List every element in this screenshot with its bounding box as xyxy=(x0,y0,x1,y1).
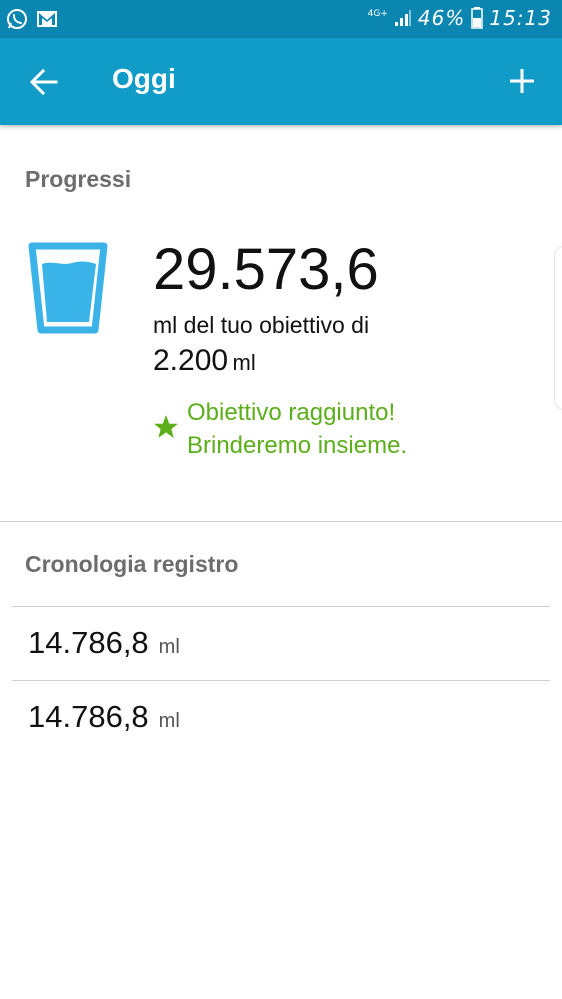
log-entry[interactable]: 14.786,8 ml xyxy=(28,625,180,661)
star-icon xyxy=(154,415,178,438)
goal-achieved-line2: Brinderemo insieme. xyxy=(187,432,408,459)
row-divider xyxy=(12,606,550,607)
app-bar: Oggi xyxy=(0,38,562,125)
clock: 15:13 xyxy=(489,6,552,30)
goal-achieved-message: Obiettivo raggiunto! Brinderemo insieme. xyxy=(187,396,407,462)
log-entry[interactable]: 14.786,8 ml xyxy=(28,699,180,735)
signal-icon xyxy=(394,10,411,26)
section-divider xyxy=(0,521,562,522)
goal-description: ml del tuo obiettivo di xyxy=(153,312,370,338)
progress-section-title: Progressi xyxy=(25,166,132,192)
log-section-title: Cronologia registro xyxy=(25,551,239,577)
goal-achieved-line1: Obiettivo raggiunto! xyxy=(187,399,396,426)
goal-amount-value: 2.200 xyxy=(153,344,229,377)
status-bar: 4G+ 46% 15:13 xyxy=(0,0,562,38)
total-intake-value: 29.573,6 xyxy=(153,237,379,302)
log-entry-unit: ml xyxy=(158,636,180,658)
back-arrow-icon[interactable] xyxy=(28,66,60,98)
row-divider xyxy=(12,680,550,681)
network-type: 4G+ xyxy=(367,8,388,19)
goal-amount-unit: ml xyxy=(232,350,256,375)
side-swipe-handle[interactable] xyxy=(554,246,562,410)
notification-icons xyxy=(6,8,58,30)
log-entry-unit: ml xyxy=(158,710,180,732)
add-icon[interactable] xyxy=(506,65,538,97)
water-glass-icon xyxy=(28,242,108,334)
gmail-icon xyxy=(37,11,57,27)
log-entry-value: 14.786,8 xyxy=(28,625,149,660)
battery-icon xyxy=(471,7,484,29)
log-entry-value: 14.786,8 xyxy=(28,699,149,734)
goal-amount: 2.200 ml xyxy=(153,344,256,378)
battery-percent: 46% xyxy=(417,6,466,30)
system-status: 4G+ 46% 15:13 xyxy=(368,6,552,30)
page-title: Oggi xyxy=(112,63,176,94)
whatsapp-icon xyxy=(7,9,27,29)
